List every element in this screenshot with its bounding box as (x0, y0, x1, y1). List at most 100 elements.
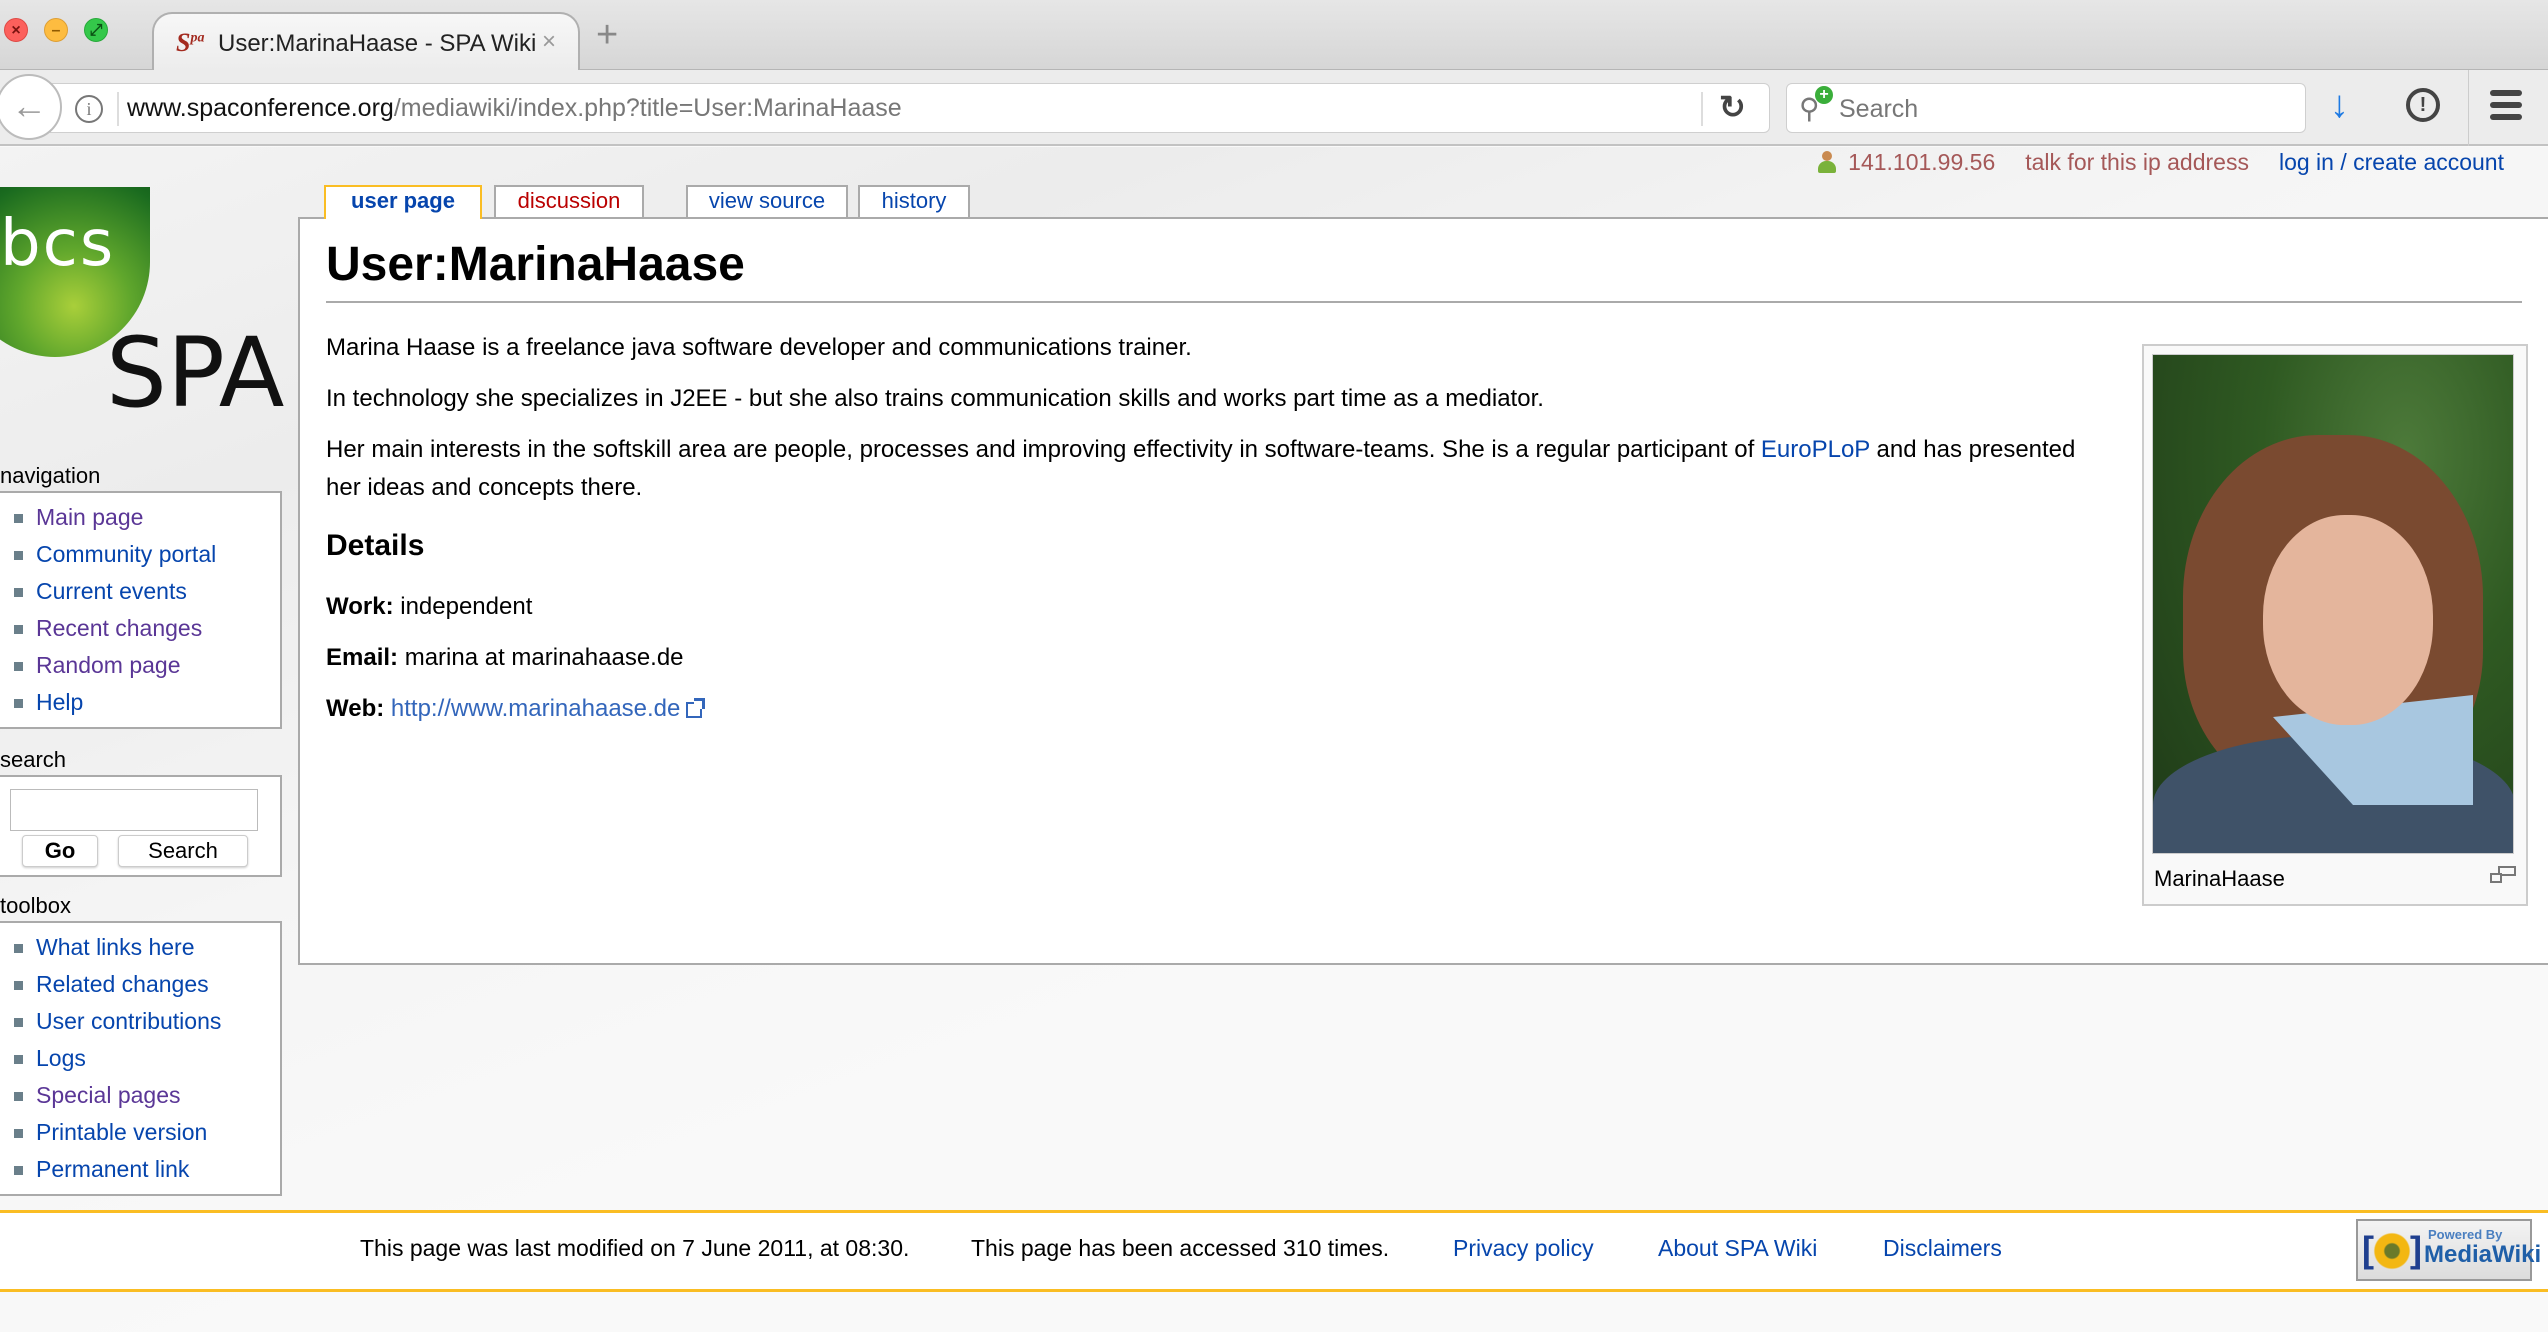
profile-thumbnail: MarinaHaase (2142, 344, 2528, 906)
browser-nav-bar: i www.spaconference.org/mediawiki/index.… (0, 70, 2548, 146)
profile-photo[interactable] (2152, 354, 2514, 854)
url-text[interactable]: www.spaconference.org/mediawiki/index.ph… (127, 94, 902, 123)
navigation-portlet: Main page Community portal Current events R… (0, 491, 282, 729)
url-path: /mediawiki/index.php?title=User:MarinaHa… (393, 94, 902, 122)
sidebar-nav-link[interactable]: Current events (36, 578, 187, 604)
sidebar-nav-link[interactable]: Community portal (36, 541, 216, 567)
tab-view-source[interactable]: view source (686, 185, 848, 217)
sidebar-toolbox-link[interactable]: Logs (36, 1045, 86, 1071)
sidebar-nav-item[interactable]: Recent changes (14, 610, 280, 647)
sidebar-nav-item[interactable]: Main page (14, 499, 280, 536)
search-title: search (0, 747, 67, 772)
footer: This page was last modified on 7 June 20… (0, 1210, 2548, 1292)
page-title: User:MarinaHaase (326, 238, 745, 291)
navigation-title: navigation (0, 463, 101, 488)
toolbox-portlet: What links here Related changes User contr… (0, 921, 282, 1196)
sidebar-toolbox-item[interactable]: Permanent link (14, 1151, 280, 1188)
web-label: Web: (326, 695, 385, 722)
sidebar-nav-link[interactable]: Help (36, 689, 83, 715)
sidebar-toolbox-item[interactable]: Related changes (14, 966, 280, 1003)
thumbnail-caption: MarinaHaase (2154, 866, 2285, 891)
interests-paragraph: Her main interests in the softskill area… (326, 431, 2086, 507)
search-button[interactable]: Search (118, 835, 248, 867)
toolbar-separator (2468, 70, 2469, 146)
sidebar-toolbox-link[interactable]: Permanent link (36, 1156, 189, 1182)
site-logo[interactable]: bcs SPA (0, 187, 285, 429)
tab-label: user page (351, 188, 455, 213)
sidebar-nav-link[interactable]: Recent changes (36, 615, 202, 641)
add-search-engine-icon: + (1815, 86, 1833, 104)
disclaimers-link[interactable]: Disclaimers (1883, 1235, 2002, 1262)
tab-discussion[interactable]: discussion (494, 185, 644, 217)
technology-paragraph: In technology she specializes in J2EE - … (326, 385, 1544, 412)
sidebar-toolbox-item[interactable]: What links here (14, 929, 280, 966)
identity-icon[interactable]: ! (2406, 88, 2440, 122)
sidebar-toolbox-link[interactable]: Special pages (36, 1082, 181, 1108)
window-close-button[interactable]: × (4, 18, 28, 42)
access-count-text: This page has been accessed 310 times. (971, 1235, 1390, 1261)
new-tab-button[interactable]: + (596, 14, 618, 57)
web-link[interactable]: http://www.marinahaase.de (391, 695, 681, 722)
browser-search-bar[interactable]: ⚲ + Search (1786, 83, 2306, 133)
sidebar-nav-item[interactable]: Current events (14, 573, 280, 610)
email-label: Email: (326, 644, 399, 671)
tab-close-icon[interactable]: × (542, 28, 556, 56)
go-button[interactable]: Go (22, 835, 98, 867)
sidebar-toolbox-item[interactable]: Special pages (14, 1077, 280, 1114)
content-area: User:MarinaHaase Marina Haase is a freel… (298, 217, 2548, 965)
sidebar-toolbox-item[interactable]: Printable version (14, 1114, 280, 1151)
sidebar-toolbox-item[interactable]: Logs (14, 1040, 280, 1077)
wiki-search-input[interactable] (10, 789, 258, 831)
enlarge-icon[interactable] (2490, 866, 2516, 884)
privacy-policy-link-text[interactable]: Privacy policy (1453, 1235, 1594, 1261)
reload-separator (1701, 92, 1703, 126)
reload-icon[interactable]: ↻ (1719, 88, 1746, 126)
sidebar-toolbox-link[interactable]: User contributions (36, 1008, 221, 1034)
tab-label: view source (708, 188, 826, 213)
powered-by-mediawiki-badge[interactable]: [ ] Powered By MediaWiki (2356, 1219, 2541, 1281)
tab-history[interactable]: history (858, 185, 970, 217)
europlop-link[interactable]: EuroPLoP (1761, 436, 1870, 463)
ip-user-link[interactable]: 141.101.99.56 (1848, 149, 1995, 176)
details-heading: Details (326, 529, 425, 562)
sidebar-nav-link[interactable]: Random page (36, 652, 181, 678)
browser-tab-active[interactable]: Spa User:MarinaHaase - SPA Wiki × (152, 12, 580, 71)
external-link-icon (686, 698, 706, 718)
about-link-text[interactable]: About SPA Wiki (1658, 1235, 1817, 1261)
title-divider (326, 301, 2522, 303)
wiki-page: 141.101.99.56 talk for this ip address l… (0, 147, 2548, 1332)
tab-label: history (881, 188, 947, 213)
navigation-list: Main page Community portal Current events R… (0, 493, 280, 727)
back-arrow-icon: ← (11, 85, 47, 126)
site-info-icon[interactable]: i (75, 95, 103, 123)
browser-search-placeholder: Search (1839, 95, 1919, 123)
login-link[interactable]: log in / create account (2279, 149, 2504, 176)
window-minimize-button[interactable]: – (44, 18, 68, 42)
sidebar-toolbox-item[interactable]: User contributions (14, 1003, 280, 1040)
badge-line2: MediaWiki (2424, 1241, 2542, 1268)
tab-user-page[interactable]: user page (324, 185, 482, 219)
sidebar-toolbox-link[interactable]: Related changes (36, 971, 209, 997)
disclaimers-link-text[interactable]: Disclaimers (1883, 1235, 2002, 1261)
url-bar[interactable]: i www.spaconference.org/mediawiki/index.… (50, 83, 1770, 133)
work-label: Work: (326, 593, 394, 620)
logo-bcs-text: bcs (0, 207, 116, 281)
about-link[interactable]: About SPA Wiki (1658, 1235, 1817, 1262)
privacy-policy-link[interactable]: Privacy policy (1453, 1235, 1594, 1262)
toolbox-list: What links here Related changes User contr… (0, 923, 280, 1194)
hamburger-menu-icon[interactable] (2490, 90, 2522, 126)
logo-spa-text: SPA (106, 317, 285, 429)
sidebar-nav-link[interactable]: Main page (36, 504, 143, 530)
sidebar-toolbox-link[interactable]: What links here (36, 934, 195, 960)
sidebar-nav-item[interactable]: Community portal (14, 536, 280, 573)
toolbox-title: toolbox (0, 893, 71, 918)
download-icon[interactable]: ↓ (2330, 84, 2349, 127)
talk-ip-link[interactable]: talk for this ip address (2025, 149, 2249, 176)
last-modified-text: This page was last modified on 7 June 20… (360, 1235, 910, 1261)
interests-text: Her main interests in the softskill area… (326, 436, 1761, 463)
badge-line1: Powered By (2428, 1227, 2503, 1242)
sidebar-nav-item[interactable]: Random page (14, 647, 280, 684)
window-fullscreen-button[interactable]: ⤢ (84, 18, 108, 42)
sidebar-nav-item[interactable]: Help (14, 684, 280, 721)
sidebar-toolbox-link[interactable]: Printable version (36, 1119, 207, 1145)
